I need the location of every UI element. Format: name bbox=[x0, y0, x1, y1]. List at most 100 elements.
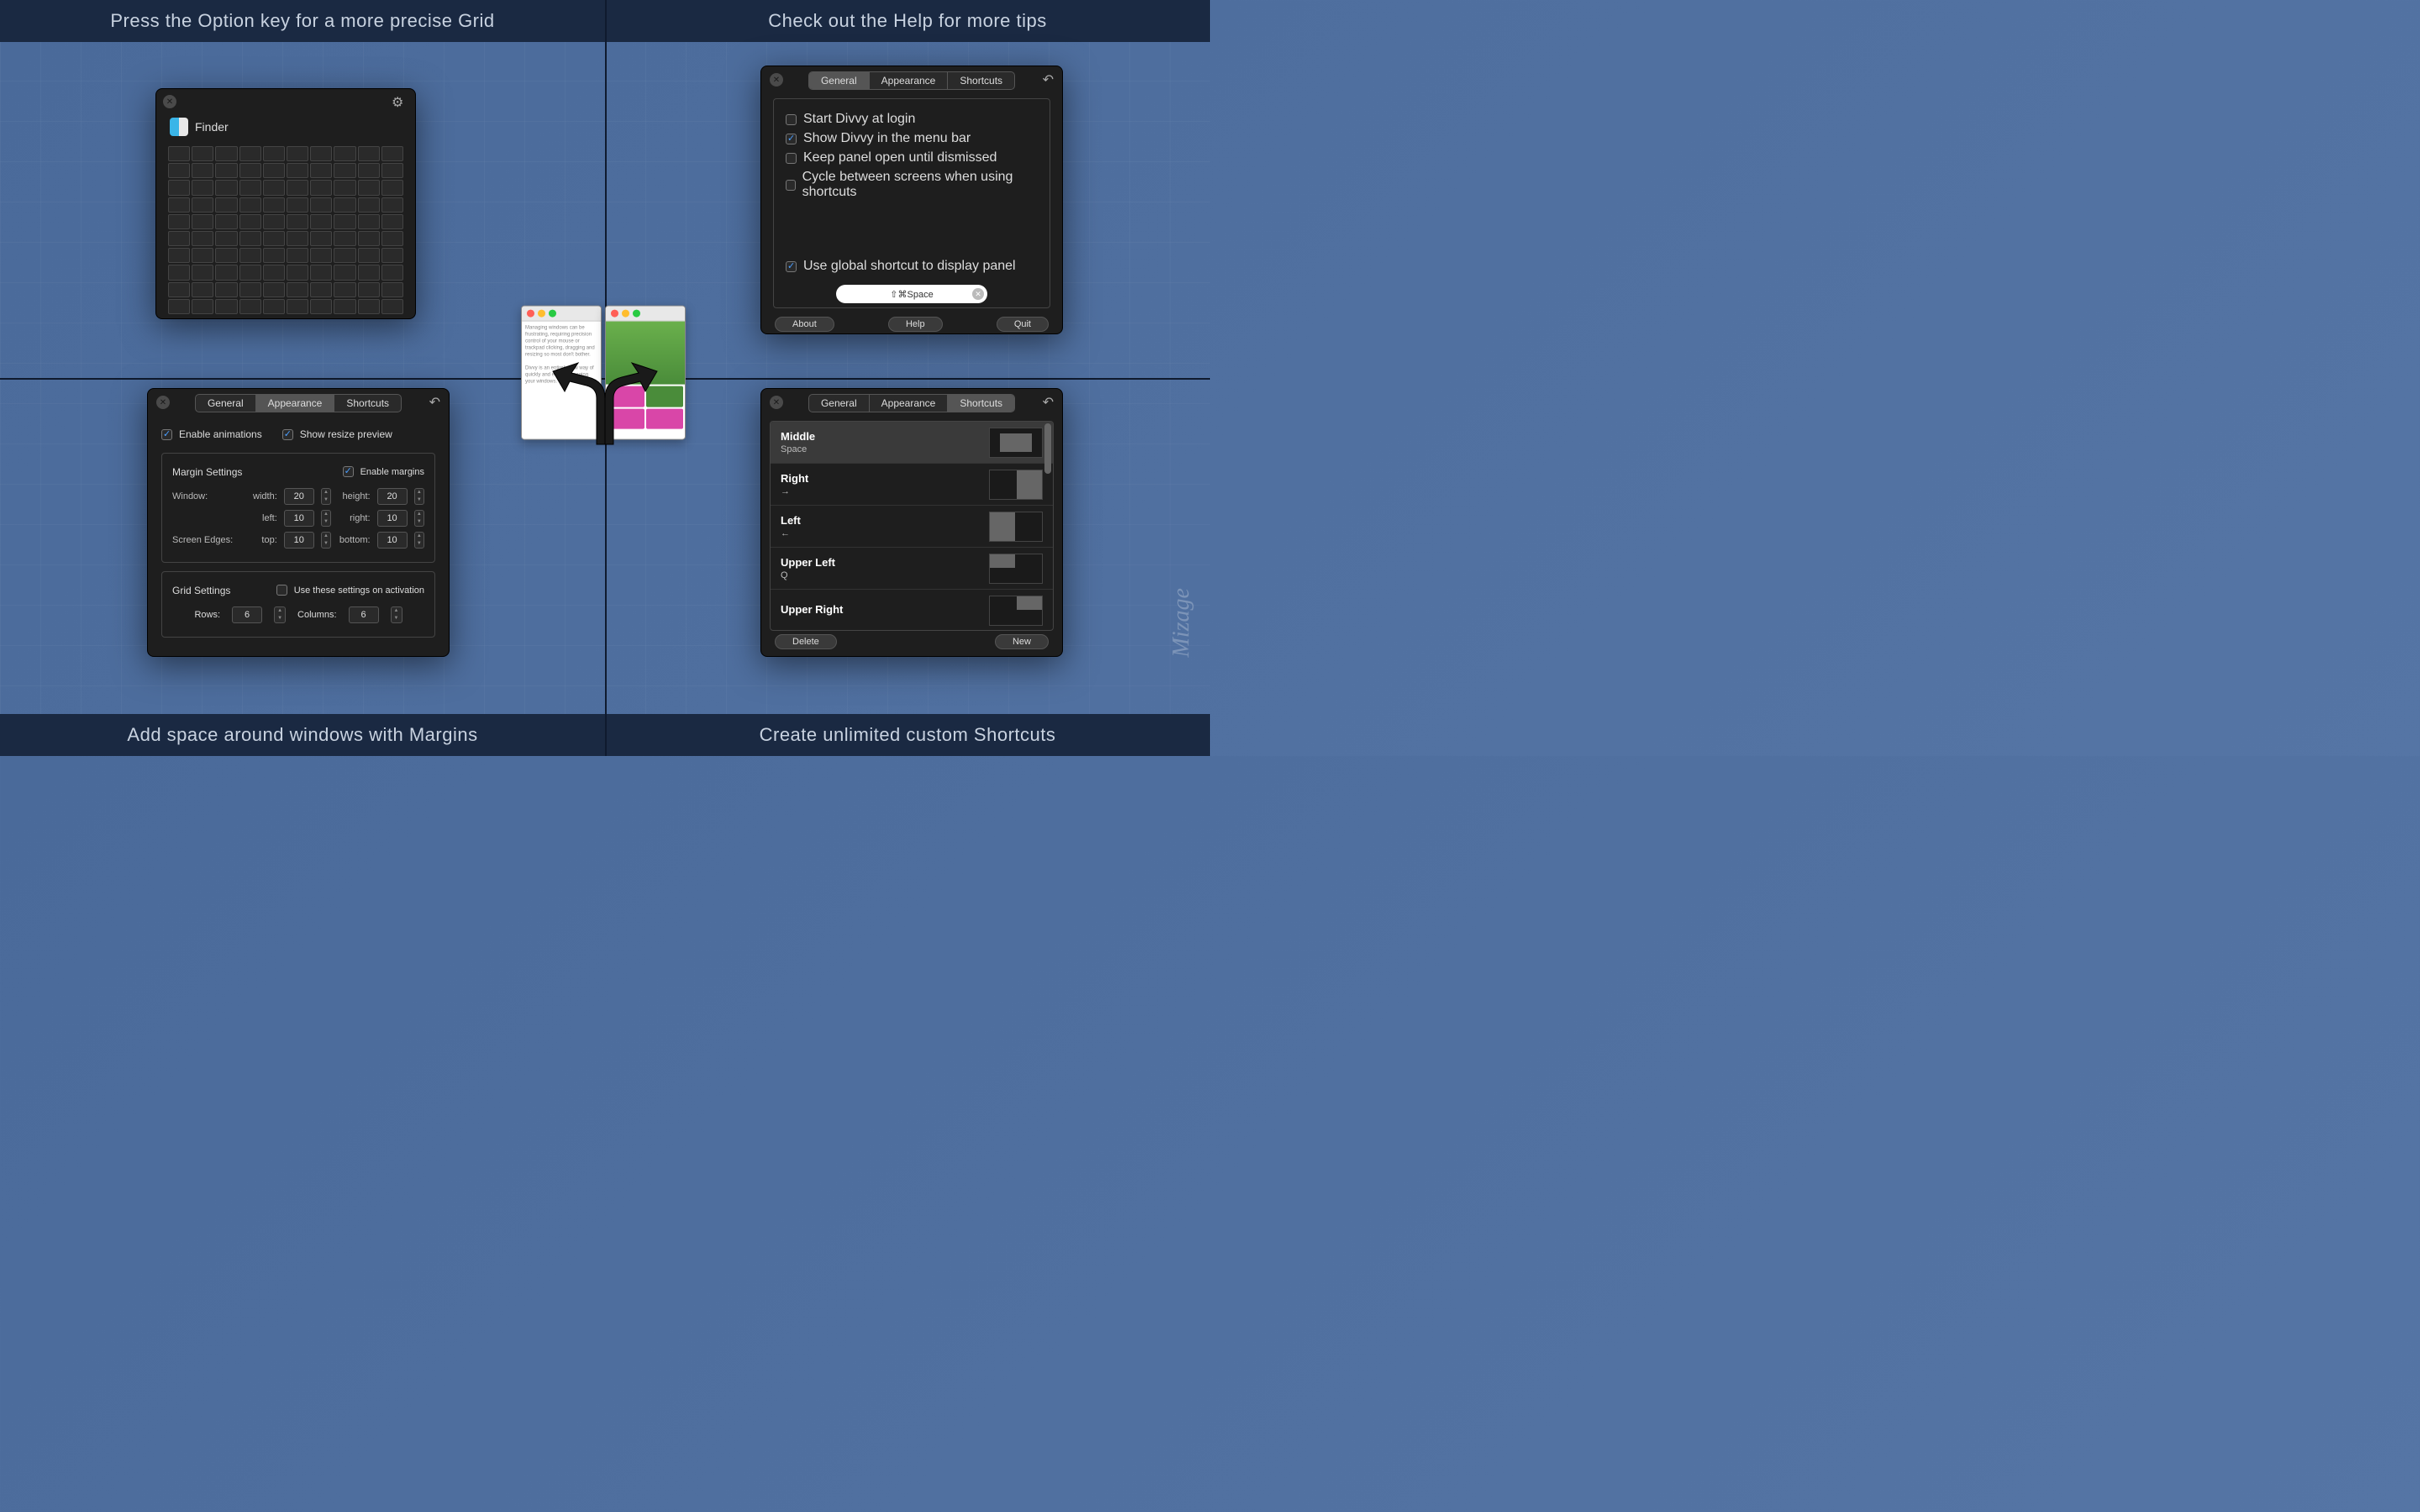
grid-cell[interactable] bbox=[215, 197, 237, 213]
shortcut-item-left[interactable]: Left ← bbox=[771, 506, 1053, 548]
stepper-top[interactable]: ▲▼ bbox=[321, 532, 331, 549]
grid-cell[interactable] bbox=[239, 146, 261, 161]
grid-cell[interactable] bbox=[192, 231, 213, 246]
grid-cell[interactable] bbox=[239, 214, 261, 229]
clear-shortcut-icon[interactable]: ✕ bbox=[972, 288, 984, 300]
grid-cell[interactable] bbox=[239, 197, 261, 213]
grid-cell[interactable] bbox=[239, 265, 261, 280]
grid-cell[interactable] bbox=[215, 282, 237, 297]
grid-cell[interactable] bbox=[215, 231, 237, 246]
grid-cell[interactable] bbox=[168, 146, 190, 161]
grid-cell[interactable] bbox=[381, 180, 403, 195]
grid-cell[interactable] bbox=[239, 248, 261, 263]
grid-cell[interactable] bbox=[334, 180, 355, 195]
checkbox-use-on-activation[interactable] bbox=[276, 585, 287, 596]
grid-cell[interactable] bbox=[381, 163, 403, 178]
back-icon[interactable]: ↶ bbox=[429, 394, 440, 411]
grid-cell[interactable] bbox=[215, 265, 237, 280]
stepper-height[interactable]: ▲▼ bbox=[414, 488, 424, 505]
grid-cell[interactable] bbox=[168, 282, 190, 297]
grid-cell[interactable] bbox=[263, 248, 285, 263]
shortcut-item-upper-left[interactable]: Upper Left Q bbox=[771, 548, 1053, 590]
grid-cell[interactable] bbox=[168, 214, 190, 229]
tab-general[interactable]: General bbox=[196, 395, 256, 412]
grid-cell[interactable] bbox=[310, 214, 332, 229]
checkbox-enable-margins[interactable] bbox=[343, 466, 354, 477]
grid-cell[interactable] bbox=[310, 248, 332, 263]
stepper-left[interactable]: ▲▼ bbox=[321, 510, 331, 527]
grid-cell[interactable] bbox=[334, 231, 355, 246]
grid-cell[interactable] bbox=[239, 163, 261, 178]
checkbox-enable-animations[interactable] bbox=[161, 429, 172, 440]
grid-cell[interactable] bbox=[381, 214, 403, 229]
stepper-bottom[interactable]: ▲▼ bbox=[414, 532, 424, 549]
grid-cell[interactable] bbox=[239, 180, 261, 195]
grid-cell[interactable] bbox=[192, 248, 213, 263]
back-icon[interactable]: ↶ bbox=[1043, 71, 1054, 88]
grid-cell[interactable] bbox=[358, 163, 380, 178]
grid-cell[interactable] bbox=[263, 231, 285, 246]
grid-cell[interactable] bbox=[358, 231, 380, 246]
resize-grid[interactable] bbox=[168, 146, 403, 314]
input-window-width[interactable] bbox=[284, 488, 314, 505]
close-icon[interactable]: ✕ bbox=[770, 396, 783, 409]
grid-cell[interactable] bbox=[192, 197, 213, 213]
grid-cell[interactable] bbox=[310, 146, 332, 161]
grid-cell[interactable] bbox=[334, 248, 355, 263]
grid-cell[interactable] bbox=[263, 146, 285, 161]
grid-cell[interactable] bbox=[215, 248, 237, 263]
grid-cell[interactable] bbox=[168, 180, 190, 195]
scrollbar-thumb[interactable] bbox=[1044, 423, 1051, 474]
shortcut-item-middle[interactable]: Middle Space bbox=[771, 422, 1053, 464]
grid-cell[interactable] bbox=[192, 214, 213, 229]
grid-cell[interactable] bbox=[287, 146, 308, 161]
grid-cell[interactable] bbox=[215, 163, 237, 178]
grid-cell[interactable] bbox=[168, 248, 190, 263]
tab-shortcuts[interactable]: Shortcuts bbox=[948, 72, 1014, 89]
grid-cell[interactable] bbox=[215, 146, 237, 161]
checkbox-keep-open[interactable] bbox=[786, 153, 797, 164]
grid-cell[interactable] bbox=[310, 163, 332, 178]
input-rows[interactable] bbox=[232, 606, 262, 623]
grid-cell[interactable] bbox=[310, 265, 332, 280]
grid-cell[interactable] bbox=[239, 299, 261, 314]
grid-cell[interactable] bbox=[381, 282, 403, 297]
grid-cell[interactable] bbox=[215, 299, 237, 314]
grid-cell[interactable] bbox=[239, 282, 261, 297]
quit-button[interactable]: Quit bbox=[997, 317, 1049, 332]
grid-cell[interactable] bbox=[287, 231, 308, 246]
grid-cell[interactable] bbox=[310, 299, 332, 314]
grid-cell[interactable] bbox=[358, 214, 380, 229]
grid-cell[interactable] bbox=[287, 197, 308, 213]
grid-cell[interactable] bbox=[310, 197, 332, 213]
grid-cell[interactable] bbox=[263, 180, 285, 195]
grid-cell[interactable] bbox=[239, 231, 261, 246]
grid-cell[interactable] bbox=[192, 146, 213, 161]
grid-cell[interactable] bbox=[334, 197, 355, 213]
tab-general[interactable]: General bbox=[809, 395, 870, 412]
grid-cell[interactable] bbox=[381, 299, 403, 314]
grid-cell[interactable] bbox=[381, 146, 403, 161]
grid-cell[interactable] bbox=[192, 265, 213, 280]
grid-cell[interactable] bbox=[358, 197, 380, 213]
grid-cell[interactable] bbox=[358, 265, 380, 280]
grid-cell[interactable] bbox=[263, 265, 285, 280]
tab-appearance[interactable]: Appearance bbox=[256, 395, 335, 412]
grid-cell[interactable] bbox=[168, 299, 190, 314]
grid-cell[interactable] bbox=[263, 299, 285, 314]
stepper-rows[interactable]: ▲▼ bbox=[274, 606, 286, 623]
grid-cell[interactable] bbox=[287, 299, 308, 314]
stepper-right[interactable]: ▲▼ bbox=[414, 510, 424, 527]
stepper-width[interactable]: ▲▼ bbox=[321, 488, 331, 505]
close-icon[interactable]: ✕ bbox=[163, 95, 176, 108]
tab-general[interactable]: General bbox=[809, 72, 870, 89]
tab-appearance[interactable]: Appearance bbox=[870, 395, 949, 412]
grid-cell[interactable] bbox=[263, 282, 285, 297]
input-edge-bottom[interactable] bbox=[377, 532, 408, 549]
grid-cell[interactable] bbox=[381, 231, 403, 246]
checkbox-global-shortcut[interactable] bbox=[786, 261, 797, 272]
tab-shortcuts[interactable]: Shortcuts bbox=[334, 395, 401, 412]
grid-cell[interactable] bbox=[215, 214, 237, 229]
grid-cell[interactable] bbox=[192, 299, 213, 314]
grid-cell[interactable] bbox=[287, 248, 308, 263]
